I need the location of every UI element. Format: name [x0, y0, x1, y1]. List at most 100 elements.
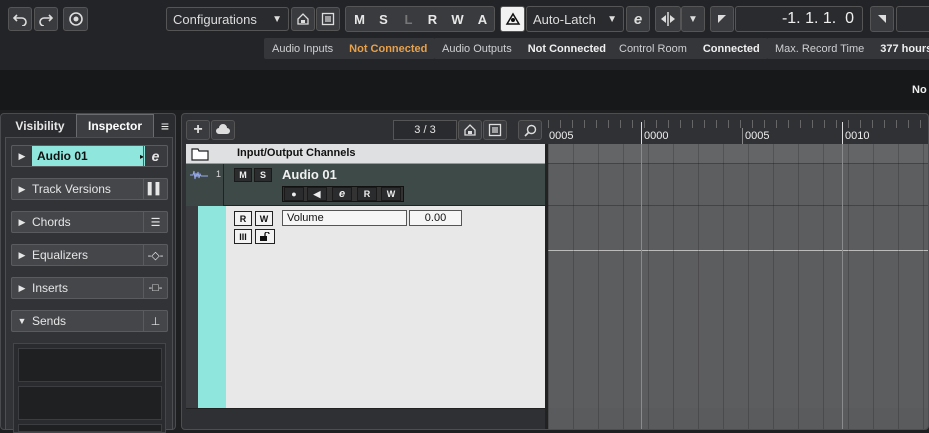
section-label: Track Versions [32, 182, 111, 196]
zone-menu-button[interactable]: ≡ [157, 116, 173, 136]
inspector-track-name: Audio 01 [32, 146, 140, 166]
automation-lock-button[interactable] [255, 229, 275, 244]
send-slot-1[interactable] [18, 348, 162, 382]
section-label: Chords [32, 215, 71, 229]
folder-track[interactable]: Input/Output Channels [186, 144, 545, 164]
automation-track[interactable]: R W Volume 0.00 III [186, 206, 545, 408]
read-all-button[interactable]: R [420, 7, 445, 31]
section-inserts[interactable]: ▶ Inserts -□- [11, 277, 168, 299]
locator-right-button[interactable] [870, 6, 894, 32]
project-window: + 3 / 3 Input/Output Channels 1 M S Audi… [181, 113, 929, 430]
find-track-button[interactable] [518, 120, 542, 140]
history-icon [68, 12, 83, 26]
write-automation-button[interactable]: W [381, 187, 401, 201]
position-value: -1. 1. 1. 0 [781, 10, 854, 27]
punch-marker-button[interactable] [655, 6, 681, 32]
track-solo-button[interactable]: S [254, 168, 272, 182]
section-equalizers[interactable]: ▶ Equalizers -◇- [11, 244, 168, 266]
menu-icon: ≡ [160, 118, 170, 134]
automation-param-field[interactable]: Volume [282, 210, 407, 226]
chords-icon: ☰ [143, 212, 167, 232]
top-toolbar: Configurations ▼ M S L R W A Auto-Latch … [0, 0, 929, 70]
send-slot-2[interactable] [18, 386, 162, 420]
timeline-ruler[interactable]: 0005 0000 0005 0010 [548, 120, 928, 144]
track-name[interactable]: Audio 01 [282, 167, 337, 182]
equalizer-icon: -◇- [143, 245, 167, 265]
status-value: Connected [702, 42, 760, 55]
read-automation-button[interactable]: R [357, 187, 377, 201]
automation-all-button[interactable]: A [470, 7, 495, 31]
automation-value: 0.00 [424, 212, 447, 224]
inspector-track-header[interactable]: ▶ Audio 01 ▸ e [11, 145, 168, 167]
undo-button[interactable] [8, 7, 32, 31]
save-configuration-button[interactable] [291, 7, 315, 31]
status-control-room: Control Room Connected [611, 38, 768, 59]
listen-all-button[interactable]: L [396, 7, 421, 31]
audio-track-header[interactable]: 1 M S Audio 01 ● ◀ e R W [186, 164, 545, 206]
mute-all-button[interactable]: M [347, 7, 372, 31]
automation-color-strip [198, 206, 226, 408]
monitor-button[interactable]: ◀ [307, 187, 327, 201]
edit-automation-button[interactable]: e [626, 6, 650, 32]
ruler-label: 0005 [549, 130, 574, 142]
edit-channel-settings-icon[interactable]: e [143, 146, 167, 166]
section-chords[interactable]: ▶ Chords ☰ [11, 211, 168, 233]
solo-all-button[interactable]: S [371, 7, 396, 31]
section-sends[interactable]: ▼ Sends ⊥ [11, 310, 168, 332]
left-zone: Visibility Inspector ≡ ▶ Audio 01 ▸ e ▶ … [0, 113, 176, 433]
tab-visibility[interactable]: Visibility [7, 115, 73, 137]
locator-left-button[interactable] [710, 6, 734, 32]
send-slot-3[interactable] [18, 424, 162, 432]
configurations-list-button[interactable] [316, 7, 340, 31]
record-enable-button[interactable]: ● [284, 187, 304, 201]
chevron-down-icon: ▼ [688, 13, 698, 25]
status-label: Max. Record Time [775, 42, 865, 55]
track-count-display: 3 / 3 [393, 120, 457, 140]
audio-waveform-icon [190, 170, 208, 180]
edit-e-icon: e [633, 10, 643, 28]
tab-inspector[interactable]: Inspector [76, 114, 154, 137]
status-label: Control Room [619, 42, 687, 55]
track-mute-button[interactable]: M [234, 168, 252, 182]
automation-read-button[interactable]: R [234, 211, 252, 226]
section-track-versions[interactable]: ▶ Track Versions ▌▌ [11, 178, 168, 200]
status-max-record-time: Max. Record Time 377 hours 5 [767, 38, 929, 59]
search-icon [523, 124, 536, 137]
automation-value-field[interactable]: 0.00 [409, 210, 462, 226]
redo-icon [39, 14, 53, 26]
configurations-label: Configurations [173, 11, 257, 27]
show-used-automation-button[interactable]: III [234, 229, 252, 244]
grid-bar-line [641, 144, 642, 429]
write-all-button[interactable]: W [445, 7, 470, 31]
event-display[interactable] [548, 144, 928, 429]
add-track-button[interactable]: + [186, 120, 210, 140]
section-label: Equalizers [32, 248, 89, 262]
automation-mode-select[interactable]: Auto-Latch ▼ [526, 6, 624, 32]
ruler-marker [641, 122, 642, 144]
status-value: Not Connected [527, 42, 606, 55]
track-number: 1 [216, 169, 222, 179]
home-icon [297, 13, 309, 25]
position-display[interactable]: -1. 1. 1. 0 [735, 6, 863, 32]
status-label: Audio Inputs [272, 42, 334, 55]
visibility-list-button[interactable] [483, 120, 507, 140]
section-label: Sends [32, 314, 67, 328]
ruler-marker [742, 128, 743, 144]
expand-arrow-icon: ▶ [18, 216, 26, 227]
status-label: Audio Outputs [442, 42, 512, 55]
redo-button[interactable] [34, 7, 58, 31]
configurations-select[interactable]: Configurations ▼ [166, 7, 289, 31]
plus-icon: + [193, 121, 203, 138]
visibility-config-button[interactable] [458, 120, 482, 140]
history-button[interactable] [63, 7, 88, 31]
status-value: Not Connected [349, 42, 428, 55]
automation-panel-button[interactable] [500, 6, 525, 32]
edit-channel-button[interactable]: e [332, 187, 352, 201]
add-track-from-preset-button[interactable] [211, 120, 235, 140]
locator-right-display[interactable] [896, 6, 929, 32]
automation-write-button[interactable]: W [255, 211, 273, 226]
track-count: 3 / 3 [414, 124, 436, 136]
chevron-down-icon: ▼ [607, 13, 617, 25]
lock-icon [260, 231, 270, 241]
punch-dropdown-button[interactable]: ▼ [681, 6, 705, 32]
